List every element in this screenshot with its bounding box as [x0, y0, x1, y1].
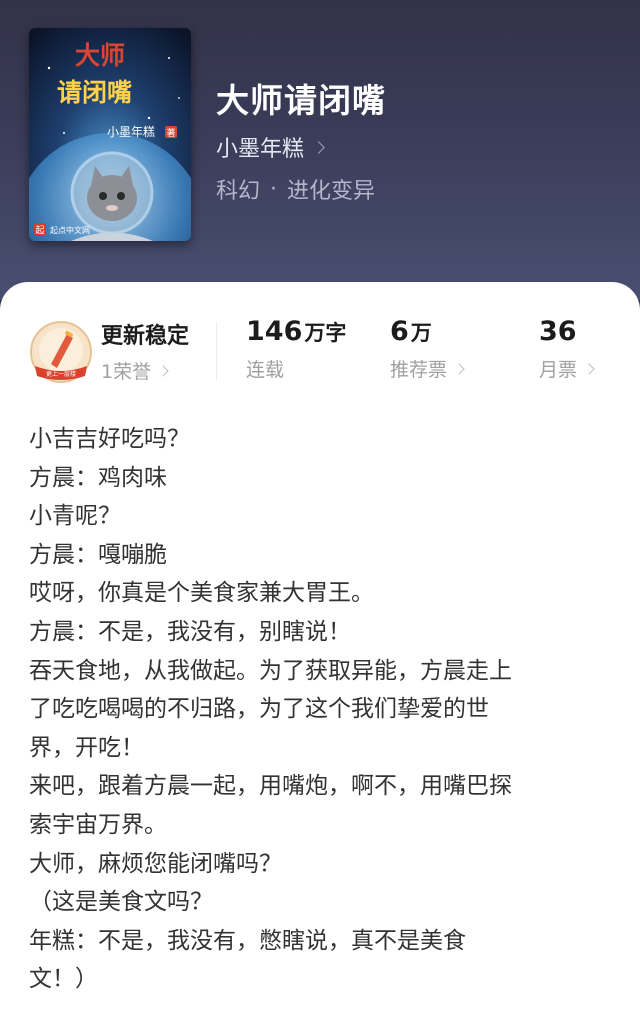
honor-count: 1荣誉	[101, 361, 152, 383]
chevron-right-icon	[453, 362, 465, 375]
category-separator: ·	[270, 176, 278, 202]
word-count-unit: 万字	[304, 321, 347, 345]
monthly-tickets-label: 月票	[539, 359, 578, 381]
svg-text:起: 起	[35, 225, 44, 236]
svg-text:著: 著	[166, 127, 175, 139]
synopsis-line: 哎呀，你真是个美食家兼大胃王。	[29, 580, 374, 607]
chevron-right-icon	[583, 362, 595, 375]
svg-text:起点中文网: 起点中文网	[50, 225, 90, 235]
monthly-tickets-number: 36	[539, 316, 577, 347]
cover-art: 起 起点中文网 大师 请闭嘴 小墨年糕 著	[29, 28, 191, 241]
recommend-tickets-number: 6	[390, 316, 409, 347]
synopsis-line: 来吧，跟着方晨一起，用嘴炮，啊不，用嘴巴探	[29, 773, 512, 800]
synopsis-line: 文！）	[29, 966, 98, 993]
synopsis-line: 小吉吉好吃吗？	[29, 426, 190, 452]
svg-text:小墨年糕: 小墨年糕	[107, 125, 155, 139]
category-label: 科幻	[216, 179, 261, 204]
recommend-tickets-stat[interactable]: 6 万 推荐票	[390, 316, 465, 382]
svg-text:更上一层楼: 更上一层楼	[46, 370, 76, 378]
honor-title: 更新稳定	[101, 324, 190, 349]
stats-divider	[216, 322, 217, 380]
word-count-number: 146	[246, 316, 303, 347]
book-detail-card: 更上一层楼 更新稳定 1荣誉 146 万字 连载 6 万 推荐票 36 月票 小…	[0, 282, 640, 1022]
synopsis-line: 小青呢？	[29, 503, 121, 530]
honor-link[interactable]: 1荣誉	[101, 357, 169, 384]
recommend-tickets-label: 推荐票	[390, 359, 448, 381]
synopsis-line: 大师，麻烦您能闭嘴吗？	[29, 850, 282, 877]
genre-tags: 科幻 · 进化变异	[216, 173, 375, 205]
svg-text:请闭嘴: 请闭嘴	[57, 78, 132, 107]
author-link[interactable]: 小墨年糕	[216, 131, 325, 163]
word-count-label: 连载	[246, 359, 285, 381]
synopsis-line: 方晨：不是，我没有，别瞎说！	[29, 618, 351, 645]
stats-bar: 更上一层楼 更新稳定 1荣誉 146 万字 连载 6 万 推荐票 36 月票	[0, 282, 640, 392]
synopsis-line: 界，开吃！	[29, 734, 144, 761]
book-header: 起 起点中文网 大师 请闭嘴 小墨年糕 著 大师请闭嘴 小墨年糕 科幻 · 进化…	[0, 0, 640, 300]
synopsis-line: 索宇宙万界。	[29, 811, 167, 838]
book-title: 大师请闭嘴	[216, 81, 386, 120]
synopsis-line: 方晨：鸡肉味	[29, 464, 167, 491]
chevron-right-icon	[157, 364, 169, 377]
synopsis-line: 吞天食地，从我做起。为了获取异能，方晨走上	[29, 657, 512, 684]
book-cover[interactable]: 起 起点中文网 大师 请闭嘴 小墨年糕 著	[29, 28, 191, 241]
book-synopsis: 小吉吉好吃吗？ 方晨：鸡肉味 小青呢？ 方晨：嘎嘣脆 哎呀，你真是个美食家兼大胃…	[29, 420, 599, 999]
medal-icon[interactable]: 更上一层楼	[29, 320, 93, 384]
synopsis-line: （这是美食文吗？	[29, 889, 213, 916]
synopsis-line: 年糕：不是，我没有，憋瞎说，真不是美食	[29, 927, 466, 954]
chevron-right-icon	[312, 140, 325, 154]
svg-text:大师: 大师	[75, 41, 125, 70]
author-name: 小墨年糕	[216, 137, 305, 162]
synopsis-line: 了吃吃喝喝的不归路，为了这个我们挚爱的世	[29, 696, 489, 723]
recommend-tickets-unit: 万	[410, 321, 432, 345]
word-count-stat: 146 万字 连载	[246, 316, 346, 382]
synopsis-line: 方晨：嘎嘣脆	[29, 541, 167, 568]
monthly-tickets-stat[interactable]: 36 月票	[539, 316, 595, 382]
subcategory-label: 进化变异	[287, 179, 376, 204]
